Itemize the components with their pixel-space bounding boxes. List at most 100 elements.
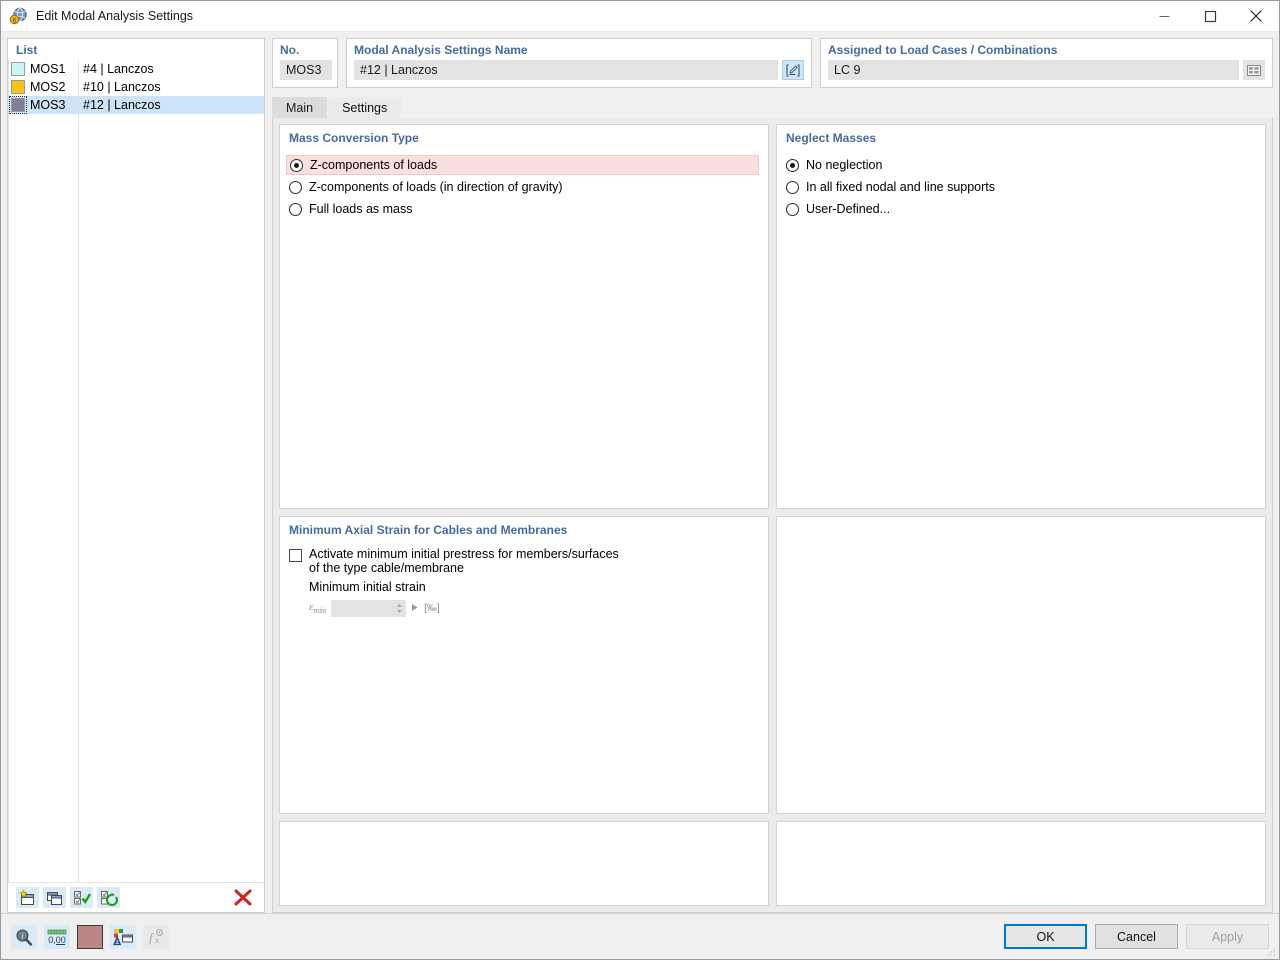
radio-all-fixed-supports[interactable]: In all fixed nodal and line supports <box>786 177 1256 197</box>
empty-panel-right-middle <box>776 516 1266 814</box>
tab-main[interactable]: Main <box>272 97 328 118</box>
window-title: Edit Modal Analysis Settings <box>36 9 194 23</box>
checkbox-label-line1: Activate minimum initial prestress for m… <box>309 547 619 561</box>
radio-label: Z-components of loads <box>310 158 438 172</box>
spinner-next-icon[interactable] <box>411 603 419 614</box>
mass-conversion-panel: Mass Conversion Type Z-components of loa… <box>279 124 769 509</box>
list-item[interactable]: MOS2 #10 | Lanczos <box>8 78 264 96</box>
cancel-button[interactable]: Cancel <box>1095 924 1178 949</box>
ok-button[interactable]: OK <box>1004 924 1087 949</box>
tab-strip: Main Settings <box>272 96 1273 118</box>
info-magnifier-button[interactable]: i <box>11 924 37 949</box>
dialog-body: List MOS1 #4 | Lanczos MOS2 #10 | Lanczo… <box>1 32 1279 913</box>
min-strain-input[interactable] <box>331 600 407 617</box>
radio-icon <box>289 180 302 194</box>
assigned-input[interactable] <box>828 60 1239 80</box>
svg-text:6: 6 <box>13 17 17 24</box>
resize-grip-icon[interactable] <box>1264 945 1276 957</box>
formula-button: f x <box>143 924 169 949</box>
tab-settings[interactable]: Settings <box>328 97 402 118</box>
neglect-masses-title: Neglect Masses <box>786 131 877 145</box>
list-item-no: MOS3 <box>30 98 66 112</box>
invert-selection-button[interactable] <box>97 887 120 908</box>
name-field-label: Modal Analysis Settings Name <box>354 43 528 57</box>
assigned-field-box: Assigned to Load Cases / Combinations <box>820 38 1273 88</box>
radio-no-neglection[interactable]: No neglection <box>786 155 1256 175</box>
minimize-icon[interactable] <box>1141 1 1187 32</box>
decimal-places-button[interactable]: 0,00 <box>44 924 70 949</box>
list-column-divider-left <box>8 60 9 882</box>
no-field-label: No. <box>280 43 300 57</box>
radio-label: Full loads as mass <box>309 202 413 216</box>
panel-row-3 <box>279 821 1266 906</box>
min-axial-strain-panel: Minimum Axial Strain for Cables and Memb… <box>279 516 769 814</box>
radio-user-defined[interactable]: User-Defined... <box>786 199 1256 219</box>
list-item-no: MOS1 <box>30 62 66 76</box>
checkbox-label-line2: of the type cable/membrane <box>309 561 464 575</box>
settings-panel-grid: Mass Conversion Type Z-components of loa… <box>272 118 1273 913</box>
list-item-label: #12 | Lanczos <box>83 98 161 112</box>
empty-panel-left-bottom <box>279 821 769 906</box>
load-case-table-icon[interactable] <box>1243 60 1265 80</box>
list-item[interactable]: MOS1 #4 | Lanczos <box>8 60 264 78</box>
min-strain-unit: [‰] <box>424 603 440 614</box>
radio-z-components-of-loads[interactable]: Z-components of loads <box>286 155 759 175</box>
list-header: List <box>16 43 38 57</box>
display-properties-button[interactable]: A <box>110 924 136 949</box>
list-rows: MOS1 #4 | Lanczos MOS2 #10 | Lanczos MOS… <box>8 60 264 882</box>
list-column: List MOS1 #4 | Lanczos MOS2 #10 | Lanczo… <box>7 38 265 913</box>
svg-text:x: x <box>154 935 159 945</box>
list-item-no: MOS2 <box>30 80 66 94</box>
color-chip-button[interactable] <box>77 924 103 949</box>
empty-panel-right-bottom <box>776 821 1266 906</box>
list-toolbar <box>8 882 264 912</box>
radio-icon <box>786 180 799 194</box>
color-swatch <box>9 96 27 114</box>
dialog-window: 6 Edit Modal Analysis Settings List MOS1… <box>0 0 1280 960</box>
name-field-box: Modal Analysis Settings Name <box>346 38 812 88</box>
color-swatch <box>11 62 25 76</box>
footer-toolbar: i 0,00 A f x <box>11 924 169 949</box>
main-column: No. Modal Analysis Settings Name <box>272 38 1273 913</box>
list-panel: List MOS1 #4 | Lanczos MOS2 #10 | Lanczo… <box>7 38 265 913</box>
checkbox-activate-min-prestress[interactable]: Activate minimum initial prestress for m… <box>289 547 759 575</box>
list-item-label: #4 | Lanczos <box>83 62 154 76</box>
radio-label: Z-components of loads (in direction of g… <box>309 180 563 194</box>
radio-label: No neglection <box>806 158 883 172</box>
panel-row-2: Minimum Axial Strain for Cables and Memb… <box>279 516 1266 814</box>
checkbox-label: Activate minimum initial prestress for m… <box>309 547 619 575</box>
new-item-button[interactable] <box>16 887 39 908</box>
edit-name-icon[interactable] <box>782 60 804 80</box>
no-field-box: No. <box>272 38 338 88</box>
title-bar: 6 Edit Modal Analysis Settings <box>1 1 1279 32</box>
list-item-label: #10 | Lanczos <box>83 80 161 94</box>
dialog-buttons: OK Cancel Apply <box>1004 924 1269 949</box>
assigned-field-label: Assigned to Load Cases / Combinations <box>828 43 1058 57</box>
radio-icon <box>289 202 302 216</box>
svg-text:A: A <box>115 939 120 946</box>
maximize-icon[interactable] <box>1187 1 1233 32</box>
list-item[interactable]: MOS3 #12 | Lanczos <box>8 96 264 114</box>
list-column-divider <box>78 60 79 882</box>
radio-full-loads-as-mass[interactable]: Full loads as mass <box>289 199 759 219</box>
header-fields: No. Modal Analysis Settings Name <box>272 38 1273 88</box>
svg-text:0,00: 0,00 <box>48 935 66 945</box>
neglect-masses-panel: Neglect Masses No neglection In all fixe… <box>776 124 1266 509</box>
select-all-button[interactable] <box>70 887 93 908</box>
radio-z-components-gravity[interactable]: Z-components of loads (in direction of g… <box>289 177 759 197</box>
epsilon-min-symbol: εmin <box>309 601 327 616</box>
radio-icon <box>290 158 303 172</box>
close-icon[interactable] <box>1233 1 1279 32</box>
mass-conversion-title: Mass Conversion Type <box>289 131 419 145</box>
apply-button: Apply <box>1186 924 1269 949</box>
checkbox-icon <box>289 549 302 562</box>
delete-item-button[interactable] <box>230 887 256 908</box>
copy-item-button[interactable] <box>43 887 66 908</box>
spinner-arrows-icon[interactable] <box>396 603 403 614</box>
radio-icon <box>786 202 799 216</box>
name-input[interactable] <box>354 60 778 80</box>
no-input[interactable] <box>280 60 332 80</box>
min-initial-strain-label: Minimum initial strain <box>309 580 426 594</box>
panel-row-1: Mass Conversion Type Z-components of loa… <box>279 124 1266 509</box>
